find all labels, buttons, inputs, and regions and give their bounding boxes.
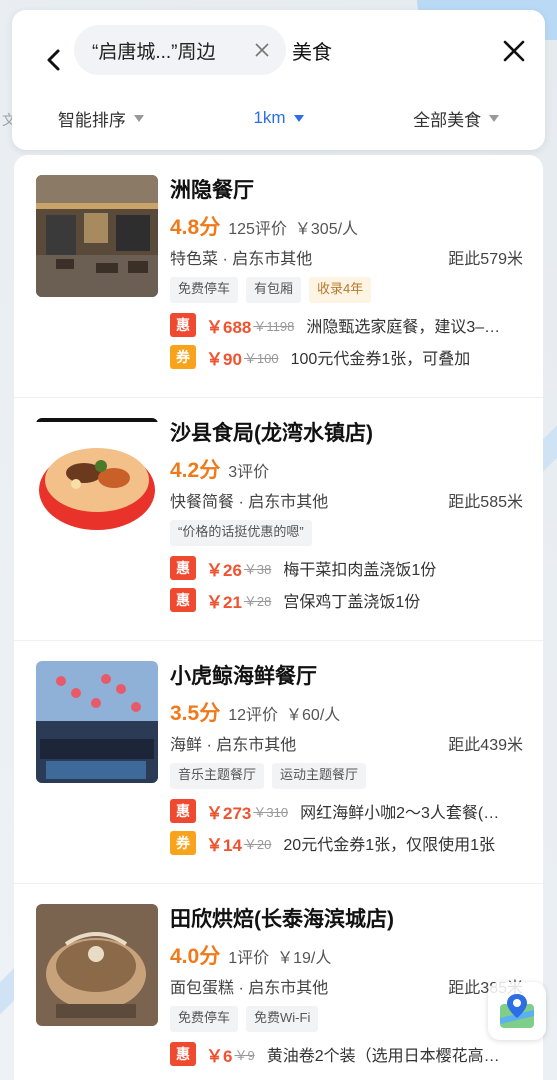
- deal-price: ￥26: [206, 560, 242, 580]
- restaurant-photo[interactable]: [36, 175, 158, 297]
- tag: 有包厢: [246, 277, 302, 303]
- filter-distance[interactable]: 1km: [190, 108, 368, 128]
- deal-description: 20元代金券1张，仅限使用1张: [283, 837, 495, 854]
- category-area: 海鲜 · 启东市其他: [170, 737, 297, 754]
- deal-description: 宫保鸡丁盖浇饭1份: [283, 594, 421, 611]
- filter-category[interactable]: 全部美食: [367, 106, 545, 131]
- deal-row[interactable]: 惠 ￥6 ￥9 黄油卷2个装（选用日本樱花高…: [170, 1042, 523, 1066]
- tag: 免费停车: [170, 277, 239, 303]
- deal-row[interactable]: 券 ￥14 ￥20 20元代金券1张，仅限使用1张: [170, 831, 523, 855]
- deal-original-price: ￥38: [243, 561, 272, 577]
- map-app-icon: [500, 994, 534, 1028]
- deal-description: 100元代金券1张，可叠加: [290, 351, 471, 368]
- chip-close-icon[interactable]: [254, 42, 270, 58]
- deal-row[interactable]: 惠 ￥688 ￥1198 洲隐甄选家庭餐，建议3–…: [170, 313, 523, 337]
- deal-price: ￥21: [206, 592, 242, 612]
- list-item[interactable]: 小虎鲸海鲜餐厅 3.5分 12评价 ￥60/人 海鲜 · 启东市其他 距此439…: [14, 641, 543, 884]
- deal-row[interactable]: 惠 ￥26 ￥38 梅干菜扣肉盖浇饭1份: [170, 556, 523, 580]
- rating-score: 3.5分: [170, 702, 221, 725]
- distance: 距此439米: [448, 737, 523, 754]
- distance: 距此579米: [448, 251, 523, 268]
- price-per-person: ￥19/人: [277, 950, 332, 967]
- price-per-person: ￥305/人: [294, 221, 359, 238]
- distance: 距此585米: [448, 494, 523, 511]
- tag: 音乐主题餐厅: [170, 763, 265, 789]
- deal-description: 梅干菜扣肉盖浇饭1份: [283, 562, 437, 579]
- deal-original-price: ￥20: [243, 836, 272, 852]
- category-area: 特色菜 · 启东市其他: [170, 251, 313, 268]
- restaurant-name[interactable]: 洲隐餐厅: [170, 175, 523, 207]
- category-area: 快餐简餐 · 启东市其他: [170, 494, 329, 511]
- deal-badge: 惠: [170, 313, 196, 337]
- review-quote-tag: “价格的话挺优惠的嗯”: [170, 520, 312, 546]
- deal-original-price: ￥9: [234, 1047, 255, 1063]
- restaurant-name[interactable]: 小虎鲸海鲜餐厅: [170, 661, 523, 693]
- deal-row[interactable]: 券 ￥90 ￥100 100元代金券1张，可叠加: [170, 345, 523, 369]
- search-query[interactable]: 美食: [292, 36, 332, 65]
- location-chip-label: “启唐城...”周边: [92, 41, 216, 63]
- deal-price: ￥688: [206, 317, 252, 337]
- list-item[interactable]: 洲隐餐厅 4.8分 125评价 ￥305/人 特色菜 · 启东市其他 距此579…: [14, 155, 543, 398]
- location-chip[interactable]: “启唐城...”周边: [74, 25, 286, 75]
- filter-distance-label: 1km: [253, 108, 286, 127]
- deal-badge: 惠: [170, 588, 196, 612]
- deal-original-price: ￥1198: [253, 318, 295, 334]
- deal-description: 洲隐甄选家庭餐，建议3–…: [306, 319, 501, 336]
- deal-original-price: ￥310: [253, 804, 289, 820]
- restaurant-list[interactable]: 洲隐餐厅 4.8分 125评价 ￥305/人 特色菜 · 启东市其他 距此579…: [14, 155, 543, 1080]
- map-app-button[interactable]: [488, 982, 546, 1040]
- back-arrow-icon: [47, 49, 60, 71]
- deal-badge: 惠: [170, 799, 196, 823]
- deal-price: ￥14: [206, 835, 242, 855]
- filter-sort-label: 智能排序: [57, 110, 126, 130]
- filter-sort[interactable]: 智能排序: [12, 106, 190, 131]
- restaurant-name[interactable]: 沙县食局(龙湾水镇店): [170, 418, 523, 450]
- price-per-person: ￥60/人: [286, 707, 341, 724]
- deal-original-price: ￥28: [243, 593, 272, 609]
- search-header: “启唐城...”周边 美食 智能排序 1km 全部美食: [12, 10, 545, 150]
- review-count: 3评价: [228, 464, 270, 481]
- deal-badge: 惠: [170, 556, 196, 580]
- coupon-badge: 券: [170, 345, 196, 369]
- deal-badge: 惠: [170, 1042, 196, 1066]
- category-area: 面包蛋糕 · 启东市其他: [170, 980, 329, 997]
- restaurant-photo[interactable]: [36, 661, 158, 783]
- tag-highlight: 收录4年: [309, 277, 372, 303]
- filter-category-label: 全部美食: [413, 110, 482, 130]
- restaurant-name[interactable]: 田欣烘焙(长泰海滨城店): [170, 904, 523, 936]
- filter-bar: 智能排序 1km 全部美食: [12, 98, 545, 138]
- restaurant-photo[interactable]: [36, 418, 158, 540]
- deal-price: ￥90: [206, 349, 242, 369]
- close-icon: [503, 40, 525, 62]
- deal-description: 网红海鲜小咖2～3人套餐(…: [300, 805, 500, 822]
- coupon-badge: 券: [170, 831, 196, 855]
- list-item[interactable]: 沙县食局(龙湾水镇店) 4.2分 3评价 快餐简餐 · 启东市其他 距此585米…: [14, 398, 543, 641]
- tag: 运动主题餐厅: [272, 763, 367, 789]
- restaurant-photo[interactable]: [36, 904, 158, 1026]
- deal-price: ￥273: [206, 803, 252, 823]
- deal-original-price: ￥100: [243, 350, 279, 366]
- rating-score: 4.0分: [170, 945, 221, 968]
- review-count: 1评价: [228, 950, 270, 967]
- caret-down-icon: [133, 114, 144, 122]
- deal-row[interactable]: 惠 ￥273 ￥310 网红海鲜小咖2～3人套餐(…: [170, 799, 523, 823]
- deal-price: ￥6: [206, 1046, 233, 1066]
- review-count: 125评价: [228, 221, 287, 238]
- rating-score: 4.8分: [170, 216, 221, 239]
- deal-description: 黄油卷2个装（选用日本樱花高…: [266, 1048, 500, 1065]
- tag: 免费Wi-Fi: [246, 1006, 319, 1032]
- rating-score: 4.2分: [170, 459, 221, 482]
- tag: 免费停车: [170, 1006, 239, 1032]
- review-count: 12评价: [228, 707, 279, 724]
- list-item[interactable]: 田欣烘焙(长泰海滨城店) 4.0分 1评价 ￥19/人 面包蛋糕 · 启东市其他…: [14, 884, 543, 1080]
- caret-down-icon: [489, 114, 500, 122]
- close-button[interactable]: [499, 36, 529, 66]
- deal-row[interactable]: 惠 ￥21 ￥28 宫保鸡丁盖浇饭1份: [170, 588, 523, 612]
- caret-down-icon: [293, 114, 304, 122]
- back-button[interactable]: [40, 42, 68, 78]
